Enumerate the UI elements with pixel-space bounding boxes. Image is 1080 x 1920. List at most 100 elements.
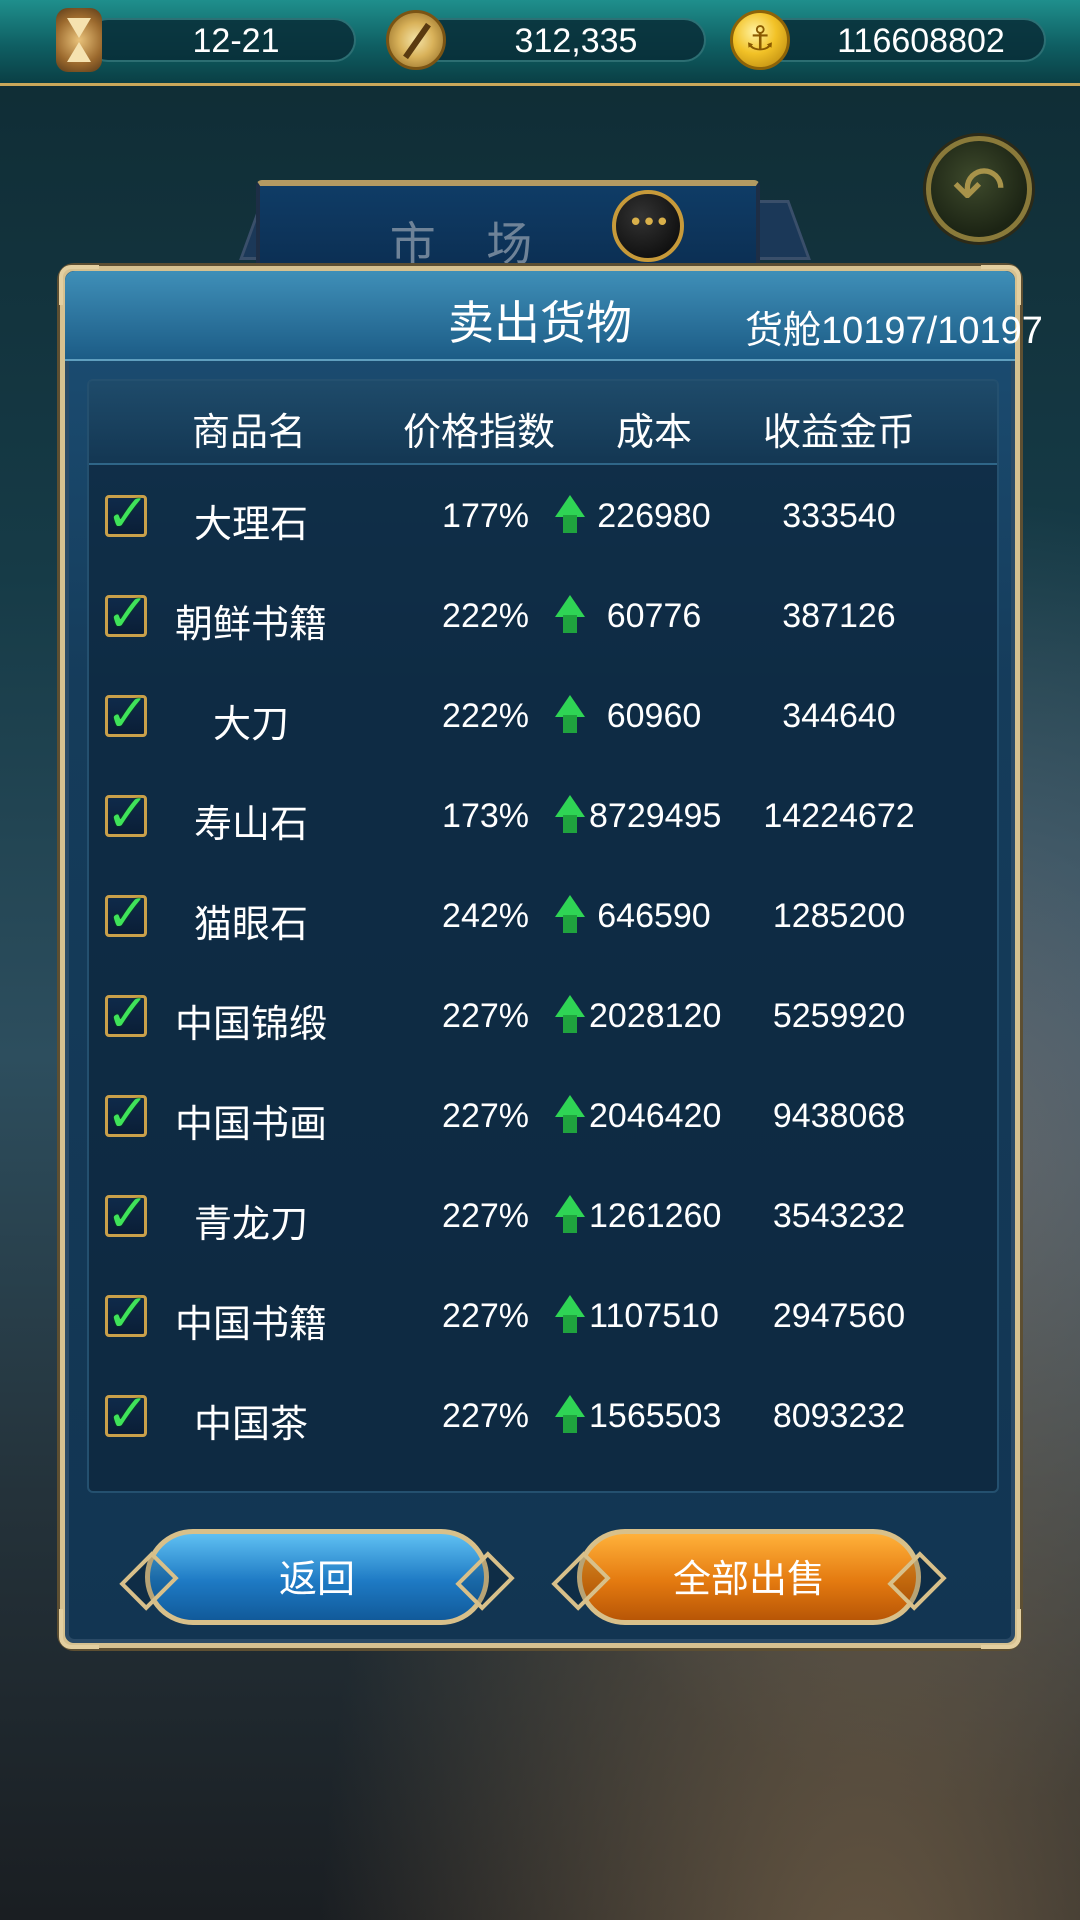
header-profit: 收益金币 xyxy=(762,410,915,454)
profit-value: 9438068 xyxy=(772,1097,906,1135)
price-index: 177% xyxy=(442,497,529,535)
table-row[interactable]: ✓ 朝鲜书籍 222% 60776 387126 xyxy=(89,565,997,665)
table-row[interactable]: ✓ 大刀 222% 60960 344640 xyxy=(89,665,997,765)
price-index: 242% xyxy=(442,897,529,935)
profit-value: 2947560 xyxy=(772,1297,906,1335)
row-checkbox[interactable]: ✓ xyxy=(105,1184,150,1244)
cost-value: 2028120 xyxy=(589,997,722,1035)
price-index: 227% xyxy=(442,1097,529,1135)
goods-name: 青龙刀 xyxy=(193,1202,308,1246)
profit-value: 3543232 xyxy=(772,1197,906,1235)
return-arrow-icon: ↶ xyxy=(952,153,1006,227)
profit-value: 1285200 xyxy=(772,897,906,935)
row-checkbox[interactable]: ✓ xyxy=(105,884,150,944)
gold-value: 116608802 xyxy=(837,22,1005,60)
back-button[interactable]: 返回 xyxy=(145,1529,489,1625)
price-index: 227% xyxy=(442,1397,529,1435)
gold-resource: 116608802 xyxy=(730,10,1046,70)
sell-goods-panel: 卖出货物 货舱10197/10197 商品名 价格指数 成本 收益金币 ✓ 大理石… xyxy=(59,265,1043,1649)
checkmark-icon: ✓ xyxy=(106,1184,150,1244)
cost-value: 1107510 xyxy=(589,1297,719,1335)
cost-value: 2046420 xyxy=(589,1097,722,1135)
checkmark-icon: ✓ xyxy=(106,484,150,544)
profit-value: 14224672 xyxy=(763,797,915,835)
resource-bar: 12-21 312,335 116608802 xyxy=(0,0,1080,86)
panel-corner xyxy=(981,1609,1021,1649)
row-checkbox[interactable]: ✓ xyxy=(105,1384,150,1444)
date-value: 12-21 xyxy=(192,22,280,60)
cost-value: 60960 xyxy=(606,697,702,735)
price-index: 173% xyxy=(442,797,529,835)
goods-name: 寿山石 xyxy=(193,802,308,846)
compass-resource: 312,335 xyxy=(386,10,706,70)
date-display: 12-21 xyxy=(56,8,356,72)
cost-value: 1565503 xyxy=(589,1397,722,1435)
header-price-index: 价格指数 xyxy=(402,410,555,454)
row-checkbox[interactable]: ✓ xyxy=(105,984,150,1044)
table-row[interactable]: ✓ 中国茶 227% 1565503 8093232 xyxy=(89,1365,997,1465)
row-checkbox[interactable]: ✓ xyxy=(105,684,150,744)
table-row[interactable]: ✓ 猫眼石 242% 646590 1285200 xyxy=(89,865,997,965)
table-row[interactable]: ✓ 中国书画 227% 2046420 9438068 xyxy=(89,1065,997,1165)
cost-value: 226980 xyxy=(597,497,711,535)
trend-up-icon xyxy=(555,1095,585,1135)
checkmark-icon: ✓ xyxy=(106,884,150,944)
sell-all-button[interactable]: 全部出售 xyxy=(577,1529,921,1625)
profit-value: 344640 xyxy=(782,697,896,735)
table-row[interactable]: ✓ 寿山石 173% 8729495 14224672 xyxy=(89,765,997,865)
cost-value: 646590 xyxy=(597,897,711,935)
trend-up-icon xyxy=(555,1295,585,1335)
return-button[interactable]: ↶ xyxy=(926,136,1032,242)
trend-up-icon xyxy=(555,795,585,835)
profit-value: 333540 xyxy=(782,497,896,535)
profit-value: 5259920 xyxy=(772,997,906,1035)
trend-up-icon xyxy=(555,995,585,1035)
price-index: 222% xyxy=(442,597,529,635)
cost-value: 1261260 xyxy=(589,1197,722,1235)
checkmark-icon: ✓ xyxy=(106,784,150,844)
hourglass-icon xyxy=(56,8,102,72)
cargo-hold-capacity: 货舱10197/10197 xyxy=(745,310,1043,352)
goods-name: 中国锦缎 xyxy=(174,1002,327,1046)
table-row[interactable]: ✓ 大理石 177% 226980 333540 xyxy=(89,465,997,565)
goods-table: 商品名 价格指数 成本 收益金币 ✓ 大理石 177% 226980 333540 ✓ 朝鲜… xyxy=(87,379,999,1493)
anchor-coin-icon xyxy=(730,10,790,70)
trend-up-icon xyxy=(555,895,585,935)
compass-value: 312,335 xyxy=(514,22,638,60)
row-checkbox[interactable]: ✓ xyxy=(105,784,150,844)
row-checkbox[interactable]: ✓ xyxy=(105,1084,150,1144)
header-cost: 成本 xyxy=(615,410,692,454)
goods-name: 中国书籍 xyxy=(174,1302,327,1346)
checkmark-icon: ✓ xyxy=(106,1284,150,1344)
profit-value: 8093232 xyxy=(772,1397,906,1435)
price-index: 227% xyxy=(442,1297,529,1335)
goods-name: 朝鲜书籍 xyxy=(174,602,327,646)
table-row[interactable]: ✓ 中国锦缎 227% 2028120 5259920 xyxy=(89,965,997,1065)
trend-up-icon xyxy=(555,1195,585,1235)
table-header: 商品名 价格指数 成本 收益金币 xyxy=(89,381,997,465)
header-name: 商品名 xyxy=(191,410,306,454)
cost-value: 8729495 xyxy=(589,797,722,835)
goods-name: 猫眼石 xyxy=(193,902,308,946)
profit-value: 387126 xyxy=(782,597,896,635)
table-row[interactable]: ✓ 中国书籍 227% 1107510 2947560 xyxy=(89,1265,997,1365)
goods-name: 大刀 xyxy=(212,702,289,746)
cost-value: 60776 xyxy=(606,597,702,635)
checkmark-icon: ✓ xyxy=(106,984,150,1044)
goods-name: 中国书画 xyxy=(174,1102,327,1146)
checkmark-icon: ✓ xyxy=(106,1384,150,1444)
trend-up-icon xyxy=(555,595,585,635)
row-checkbox[interactable]: ✓ xyxy=(105,484,150,544)
goods-name: 大理石 xyxy=(193,502,308,546)
checkmark-icon: ✓ xyxy=(106,1084,150,1144)
trend-up-icon xyxy=(555,495,585,535)
table-row[interactable]: ✓ 青龙刀 227% 1261260 3543232 xyxy=(89,1165,997,1265)
goods-name: 中国茶 xyxy=(193,1402,308,1446)
chat-bubble-icon[interactable] xyxy=(612,190,684,262)
row-checkbox[interactable]: ✓ xyxy=(105,584,150,644)
trend-up-icon xyxy=(555,1395,585,1435)
price-index: 222% xyxy=(442,697,529,735)
checkmark-icon: ✓ xyxy=(106,584,150,644)
trend-up-icon xyxy=(555,695,585,735)
row-checkbox[interactable]: ✓ xyxy=(105,1284,150,1344)
